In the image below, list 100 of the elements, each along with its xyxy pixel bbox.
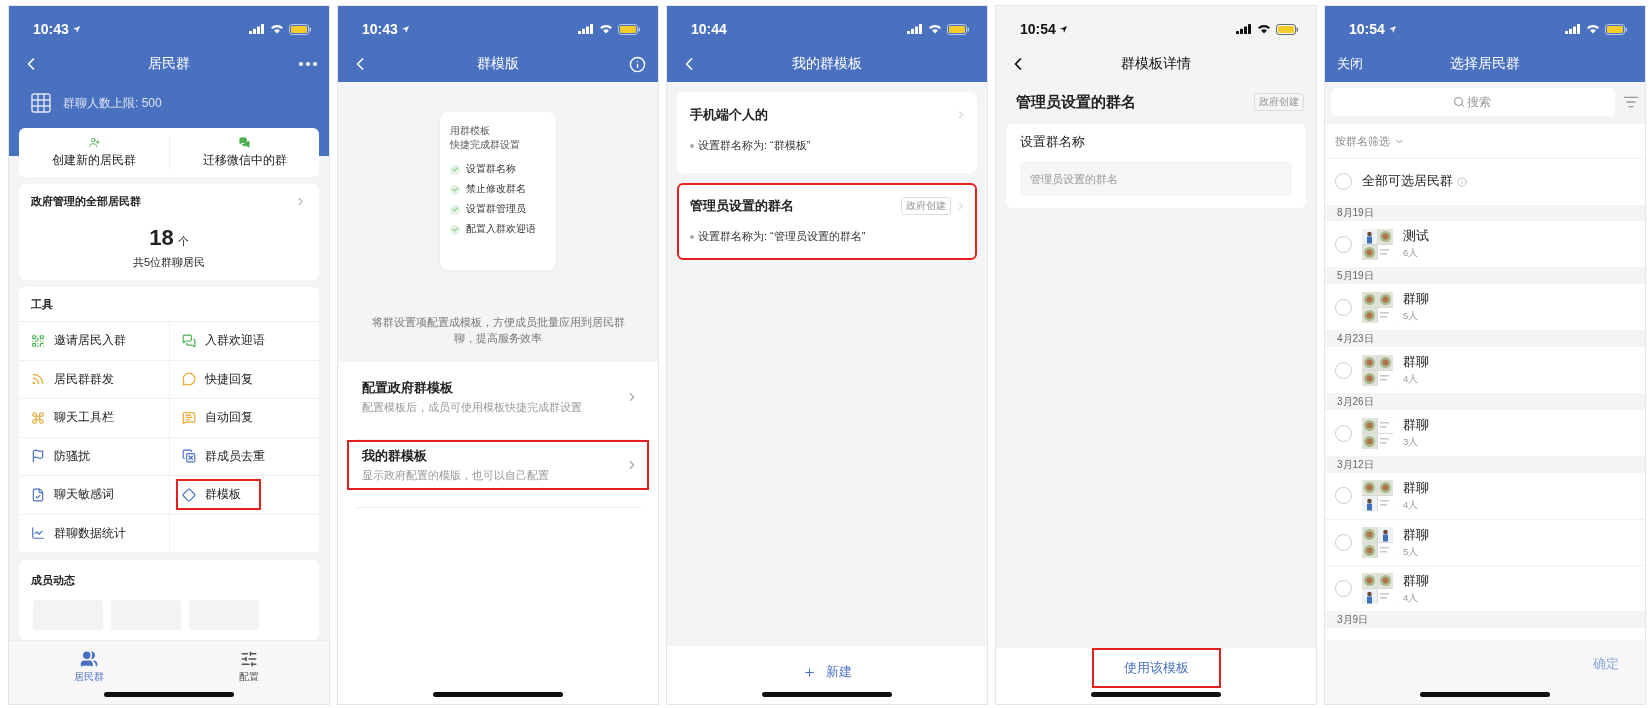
sort-icon[interactable] bbox=[1623, 94, 1639, 110]
radio-button[interactable] bbox=[1335, 361, 1352, 379]
feature-text: 禁止修改群名 bbox=[466, 183, 526, 196]
status-time: 10:54 bbox=[1020, 21, 1068, 37]
chart-icon bbox=[31, 526, 45, 541]
section-title: 成员动态 bbox=[31, 574, 75, 586]
template-card[interactable]: 手机端个人的 设置群名称为: “群模板” bbox=[677, 92, 977, 173]
radio-button[interactable] bbox=[1335, 235, 1352, 253]
group-name: 群聊 bbox=[1403, 526, 1429, 544]
template-detail: 设置群名称为: “管理员设置的群名” bbox=[690, 229, 967, 244]
radio-button[interactable] bbox=[1335, 424, 1352, 442]
template-title: 管理员设置的群名 bbox=[690, 197, 794, 215]
use-template-button[interactable]: 使用该模板 bbox=[1091, 648, 1221, 688]
check-icon bbox=[450, 224, 460, 235]
member-count: 4人 bbox=[1403, 591, 1420, 605]
group-name: 测试 bbox=[1403, 228, 1429, 246]
nav-title: 选择居民群 bbox=[1449, 55, 1521, 73]
menu-item[interactable]: 我的群模板 显示政府配置的模版，也可以自己配置 bbox=[347, 440, 649, 490]
tool-item[interactable]: 群模板 bbox=[176, 479, 261, 511]
date-header: 3月9日 bbox=[1337, 612, 1369, 627]
summary-title: 政府管理的全部居民群 bbox=[31, 194, 141, 209]
check-icon bbox=[450, 184, 460, 195]
search-field[interactable]: 搜索 bbox=[1331, 88, 1615, 116]
template-detail: 设置群名称为: “群模板” bbox=[690, 138, 967, 153]
member-count: 4人 bbox=[1403, 498, 1420, 512]
tool-item[interactable]: 入群欢迎语 bbox=[176, 325, 285, 357]
location-icon bbox=[71, 24, 81, 34]
template-card[interactable]: 管理员设置的群名 政府创建 设置群名称为: “管理员设置的群名” bbox=[677, 183, 977, 260]
close-button[interactable]: 关闭 bbox=[1337, 55, 1363, 73]
info-icon bbox=[1457, 177, 1467, 187]
check-icon bbox=[450, 164, 460, 175]
member-count: 5人 bbox=[1403, 310, 1420, 324]
date-header: 3月26日 bbox=[1337, 394, 1374, 409]
diamond-icon bbox=[182, 487, 196, 502]
group-count: 18 bbox=[149, 225, 174, 251]
feature-text: 设置群名称 bbox=[466, 163, 516, 176]
command-icon bbox=[31, 410, 45, 425]
resident-count: 共5位群聊居民 bbox=[132, 255, 206, 270]
tab[interactable]: 配置 bbox=[169, 649, 329, 687]
info-icon bbox=[629, 55, 646, 73]
group-name: 群聊 bbox=[1403, 479, 1429, 497]
radio-button[interactable] bbox=[1335, 173, 1352, 191]
more-icon bbox=[299, 62, 317, 66]
group-name: 群聊 bbox=[1403, 417, 1429, 435]
search-icon bbox=[1453, 96, 1465, 108]
member-count: 6人 bbox=[1403, 247, 1420, 261]
tool-item[interactable]: 快捷回复 bbox=[176, 363, 273, 395]
check-icon bbox=[450, 204, 460, 215]
tool-item[interactable]: 邀请居民入群 bbox=[25, 325, 146, 357]
field-label: 设置群名称 bbox=[1020, 134, 1086, 151]
new-button[interactable]: 新建 bbox=[776, 654, 878, 690]
grid-icon bbox=[29, 91, 53, 116]
count-unit: 个 bbox=[177, 234, 189, 249]
nav-title: 群模板详情 bbox=[1120, 55, 1192, 73]
tool-item[interactable]: 自动回复 bbox=[176, 402, 273, 434]
chat-bubbles-icon bbox=[182, 333, 196, 348]
signal-icon bbox=[1236, 24, 1252, 34]
nav-title: 我的群模板 bbox=[791, 55, 863, 73]
member-count: 3人 bbox=[1403, 436, 1420, 450]
badge: 政府创建 bbox=[901, 197, 951, 215]
radio-button[interactable] bbox=[1335, 298, 1352, 316]
status-time: 10:44 bbox=[691, 21, 727, 37]
more-button[interactable] bbox=[299, 62, 317, 66]
tool-item[interactable]: 聊天工具栏 bbox=[25, 402, 134, 434]
status-time: 10:54 bbox=[1349, 21, 1397, 37]
badge: 政府创建 bbox=[1254, 93, 1304, 111]
tab[interactable]: 居民群 bbox=[9, 649, 169, 687]
signal-icon bbox=[249, 24, 265, 34]
radio-button[interactable] bbox=[1335, 534, 1352, 552]
battery-icon bbox=[289, 23, 311, 35]
signal-icon bbox=[1565, 24, 1581, 34]
radio-button[interactable] bbox=[1335, 580, 1352, 598]
migrate-group-button[interactable]: 迁移微信中的群 bbox=[169, 135, 319, 170]
feed-icon bbox=[31, 372, 45, 387]
member-count: 5人 bbox=[1403, 545, 1420, 559]
signal-icon bbox=[578, 24, 594, 34]
illustration-text: 用群模板 bbox=[450, 124, 491, 138]
chat-bubbles-icon bbox=[238, 136, 251, 148]
tool-item[interactable]: 群成员去重 bbox=[176, 440, 285, 472]
tool-item[interactable]: 居民群群发 bbox=[25, 363, 134, 395]
message-text-icon bbox=[182, 410, 196, 425]
date-header: 3月12日 bbox=[1337, 457, 1374, 472]
member-count: 4人 bbox=[1403, 373, 1420, 387]
battery-icon bbox=[947, 23, 969, 35]
tool-item[interactable]: 聊天敏感词 bbox=[25, 479, 134, 511]
status-time: 10:43 bbox=[33, 21, 81, 37]
feature-text: 设置群管理员 bbox=[466, 203, 526, 216]
document-check-icon bbox=[31, 487, 45, 502]
sliders-icon bbox=[240, 650, 258, 668]
radio-button[interactable] bbox=[1335, 487, 1352, 505]
battery-icon bbox=[618, 23, 640, 35]
signal-icon bbox=[907, 24, 923, 34]
tool-item[interactable]: 群聊数据统计 bbox=[25, 517, 146, 549]
group-name-field[interactable]: 管理员设置的群名 bbox=[1020, 161, 1292, 196]
create-group-button[interactable]: 创建新的居民群 bbox=[19, 135, 169, 170]
info-button[interactable] bbox=[629, 55, 646, 73]
wifi-icon bbox=[270, 24, 284, 34]
flag-icon bbox=[31, 449, 45, 464]
filter-dropdown[interactable]: 按群名筛选 bbox=[1325, 124, 1645, 160]
tool-item[interactable]: 防骚扰 bbox=[25, 440, 110, 472]
